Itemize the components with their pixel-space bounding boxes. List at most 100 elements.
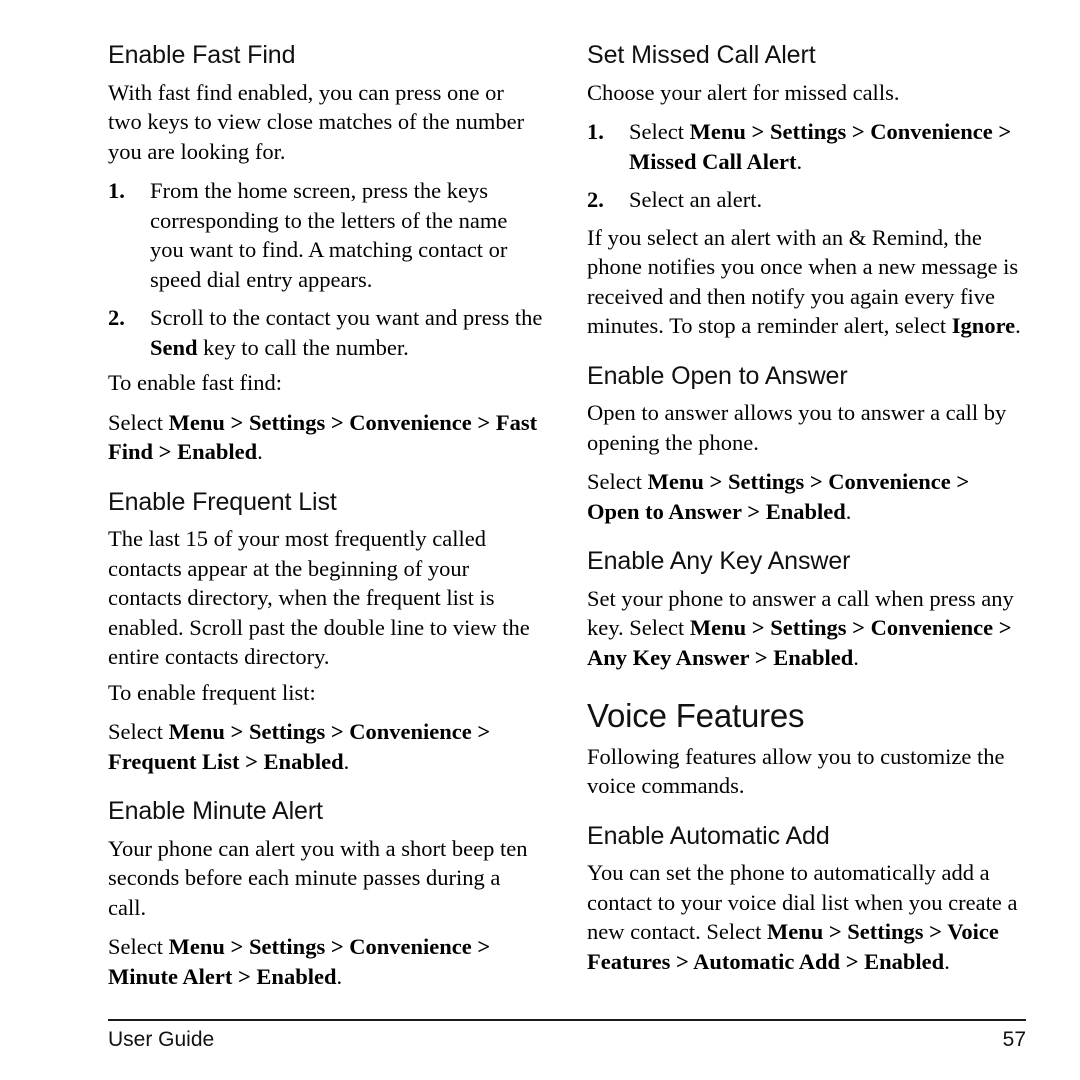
menu-path-separator: > [224, 409, 249, 435]
menu-item-minute-alert[interactable]: Minute Alert [108, 964, 232, 989]
step-number: 1. [108, 178, 125, 203]
menu-item-open-to-answer[interactable]: Open to Answer [587, 499, 742, 524]
menu-path-separator: > [325, 409, 350, 435]
menu-item-enabled[interactable]: Enabled [766, 499, 846, 524]
menu-item-settings[interactable]: Settings [728, 469, 804, 494]
section-intro-enable-automatic-add: You can set the phone to automatically a… [587, 858, 1026, 976]
section-intro-set-missed-call-alert: Choose your alert for missed calls. [587, 79, 900, 105]
menu-item-enabled[interactable]: Enabled [256, 964, 336, 989]
section-heading-enable-minute-alert: Enable Minute Alert [108, 797, 323, 825]
menu-item-convenience[interactable]: Convenience [828, 469, 951, 494]
menu-path-separator: > [232, 963, 257, 989]
menu-item-menu[interactable]: Menu [169, 410, 225, 435]
menu-item-convenience[interactable]: Convenience [870, 119, 993, 144]
menu-path-terminator: . [336, 963, 343, 989]
menu-item-settings[interactable]: Settings [770, 119, 846, 144]
footer-label: User Guide [108, 1028, 215, 1051]
section-intro-enable-minute-alert: Your phone can alert you with a short be… [108, 835, 528, 920]
menu-path-separator: > [745, 119, 770, 144]
menu-path-separator: > [703, 469, 728, 494]
menu-path-separator: > [325, 719, 350, 744]
list-item: 1. From the home screen, press the keys … [108, 176, 543, 294]
menu-path-separator: > [840, 948, 865, 974]
manual-page: Enable Fast Find With fast find enabled,… [0, 0, 1080, 1080]
list-item: 2. Select an alert. [587, 185, 1026, 215]
menu-path-separator: > [804, 469, 829, 494]
section-heading-enable-open-to-answer: Enable Open to Answer [587, 361, 848, 390]
menu-path-separator: > [950, 469, 970, 494]
section-heading-set-missed-call-alert: Set Missed Call Alert [587, 41, 816, 69]
menu-item-convenience[interactable]: Convenience [349, 410, 472, 435]
menu-item-menu[interactable]: Menu [169, 934, 225, 959]
section-heading-enable-any-key-answer: Enable Any Key Answer [587, 547, 851, 575]
section-intro-enable-any-key-answer: Set your phone to answer a call when pre… [587, 584, 1026, 673]
right-column: Set Missed Call Alert Choose your alert … [587, 41, 1026, 976]
lead-in-enable-fast-find: To enable fast find: [108, 370, 282, 395]
step-text: From the home screen, press the keys cor… [150, 178, 508, 292]
menu-item-convenience[interactable]: Convenience [871, 615, 994, 640]
menu-path-open-to-answer: Select Menu > Settings > Convenience > O… [587, 467, 1026, 526]
menu-item-settings[interactable]: Settings [770, 615, 846, 640]
section-heading-enable-automatic-add: Enable Automatic Add [587, 821, 830, 850]
two-column-layout: Enable Fast Find With fast find enabled,… [108, 41, 1026, 992]
lead-in-enable-frequent-list: To enable frequent list: [108, 679, 316, 705]
menu-path-separator: > [471, 409, 496, 435]
menu-path-separator: > [923, 919, 948, 945]
menu-path-separator: > [670, 948, 694, 974]
menu-path-verb: Select [108, 934, 169, 959]
menu-item-menu[interactable]: Menu [648, 469, 704, 494]
step-menu-path: Select Menu > Settings > Convenience > M… [629, 119, 1011, 174]
section-intro-enable-open-to-answer: Open to answer allows you to answer a ca… [587, 400, 1007, 455]
menu-item-menu[interactable]: Menu [690, 615, 746, 640]
menu-item-settings[interactable]: Settings [249, 934, 325, 959]
menu-item-settings[interactable]: Settings [249, 410, 325, 435]
menu-path-separator: > [224, 719, 249, 744]
menu-item-menu[interactable]: Menu [169, 719, 225, 744]
menu-path-terminator: . [845, 498, 852, 524]
menu-item-any-key-answer[interactable]: Any Key Answer [587, 645, 749, 670]
menu-path-separator: > [239, 748, 264, 774]
list-item: 1. Select Menu > Settings > Convenience … [587, 117, 1026, 176]
menu-item-menu[interactable]: Menu [690, 119, 746, 144]
step-number: 2. [108, 305, 125, 330]
menu-item-enabled[interactable]: Enabled [773, 645, 853, 670]
menu-path-verb: Select [629, 119, 690, 144]
section-intro-enable-frequent-list: The last 15 of your most frequently call… [108, 526, 530, 669]
menu-path-separator: > [749, 644, 774, 670]
menu-path-separator: > [224, 934, 249, 959]
chapter-intro-voice-features: Following features allow you to customiz… [587, 743, 1005, 799]
menu-item-enabled[interactable]: Enabled [177, 439, 257, 464]
menu-path-separator: > [823, 919, 848, 945]
menu-path-frequent-list: Select Menu > Settings > Convenience > F… [108, 717, 543, 776]
menu-path-verb: Select [108, 409, 169, 435]
menu-item-missed-call-alert[interactable]: Missed Call Alert [629, 149, 796, 174]
note-missed-call-alert: If you select an alert with an & Remind,… [587, 223, 1026, 341]
step-text: Select an alert. [629, 187, 763, 212]
menu-path-terminator: . [257, 439, 263, 464]
step-text-before: Scroll to the contact you want and press… [150, 305, 543, 330]
section-heading-enable-fast-find: Enable Fast Find [108, 41, 296, 69]
menu-item-menu[interactable]: Menu [767, 919, 823, 944]
menu-item-convenience[interactable]: Convenience [349, 719, 472, 744]
menu-item-enabled[interactable]: Enabled [264, 749, 344, 774]
menu-path-separator: > [471, 934, 491, 959]
menu-path-verb: Select [587, 469, 648, 494]
note-text-after: . [1015, 313, 1021, 338]
menu-path-terminator: . [853, 644, 859, 670]
menu-path-terminator: . [343, 748, 350, 774]
menu-path-separator: > [153, 439, 178, 464]
menu-item-convenience[interactable]: Convenience [349, 934, 472, 959]
menu-path-separator: > [746, 615, 771, 640]
menu-item-frequent-list[interactable]: Frequent List [108, 749, 239, 774]
menu-item-settings[interactable]: Settings [847, 919, 923, 944]
menu-path-verb: Select [108, 719, 169, 744]
steps-enable-fast-find: 1. From the home screen, press the keys … [108, 176, 543, 362]
menu-item-enabled[interactable]: Enabled [864, 949, 944, 974]
menu-path-separator: > [992, 119, 1012, 144]
steps-set-missed-call-alert: 1. Select Menu > Settings > Convenience … [587, 117, 1026, 215]
step-text-after: key to call the number. [197, 334, 409, 360]
menu-item-settings[interactable]: Settings [249, 719, 325, 744]
menu-path-separator: > [471, 719, 491, 744]
menu-item-automatic-add[interactable]: Automatic Add [693, 949, 840, 974]
soft-key-ignore: Ignore [951, 313, 1016, 338]
